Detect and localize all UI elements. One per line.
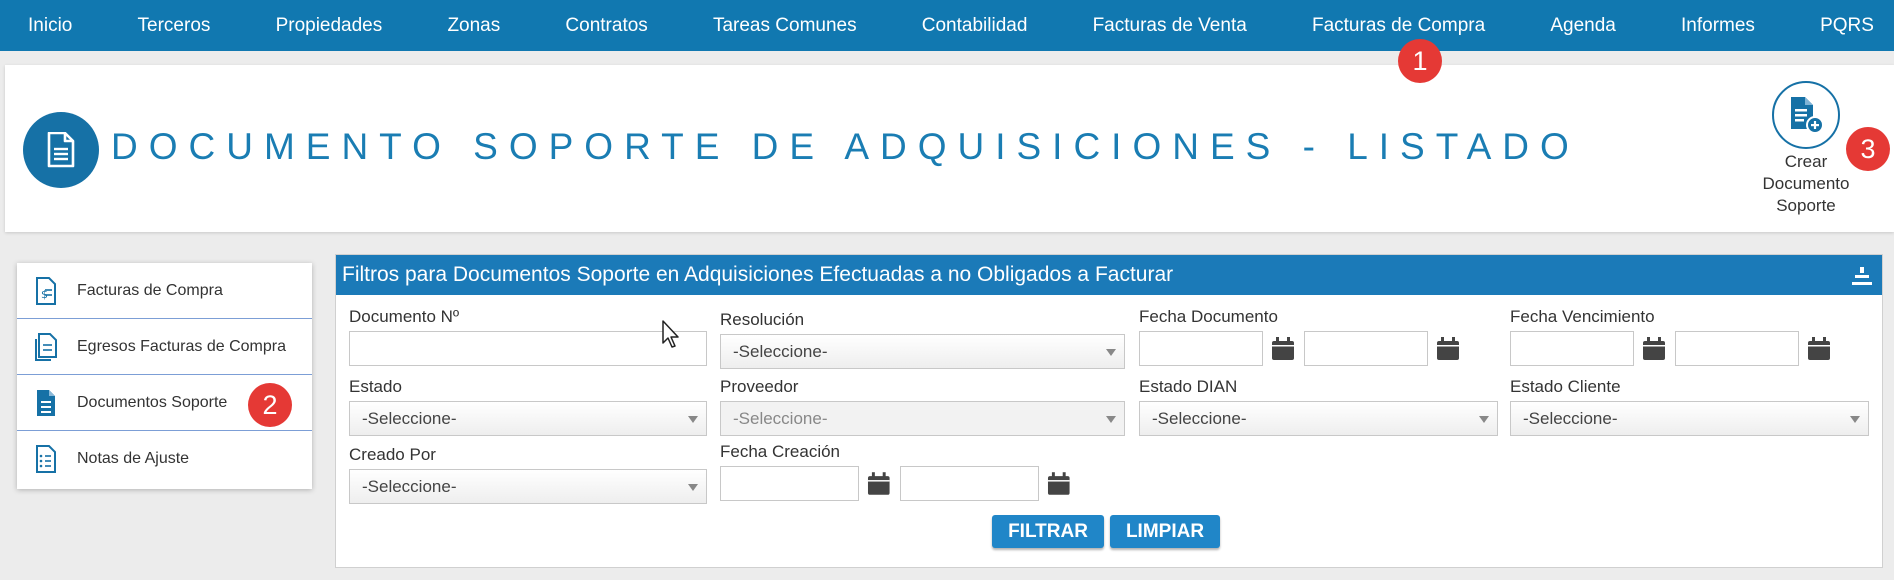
estado-dian-value: -Seleccione- (1152, 409, 1247, 428)
filter-panel: Filtros para Documentos Soporte en Adqui… (335, 254, 1883, 568)
chevron-down-icon (1850, 416, 1860, 423)
resolucion-field: Resolución -Seleccione- (720, 310, 1125, 369)
document-icon (23, 112, 99, 188)
nav-tareas-comunes[interactable]: Tareas Comunes (713, 15, 857, 37)
step-badge-3: 3 (1846, 127, 1890, 171)
invoice-icon: $ (33, 276, 59, 306)
collapse-icon[interactable] (1850, 263, 1874, 287)
create-label-line2: Documento (1762, 174, 1850, 193)
calendar-icon[interactable] (1047, 471, 1071, 496)
documento-label: Documento Nº (349, 307, 460, 326)
document-add-icon (1772, 81, 1840, 149)
calendar-icon[interactable] (1436, 336, 1460, 361)
nav-contabilidad[interactable]: Contabilidad (922, 15, 1028, 37)
estado-dian-label: Estado DIAN (1139, 377, 1238, 396)
fecha-documento-desde-input[interactable] (1139, 331, 1263, 366)
estado-label: Estado (349, 377, 402, 396)
fecha-documento-field: Fecha Documento (1139, 307, 1499, 366)
sidebar-item-egresos[interactable]: Egresos Facturas de Compra (17, 319, 312, 375)
nav-inicio[interactable]: Inicio (28, 15, 72, 37)
estado-select[interactable]: -Seleccione- (349, 401, 707, 436)
fecha-creacion-hasta-input[interactable] (900, 466, 1040, 501)
calendar-icon[interactable] (1271, 336, 1295, 361)
estado-cliente-select[interactable]: -Seleccione- (1510, 401, 1869, 436)
invoice-transfer-icon (33, 332, 59, 362)
estado-field: Estado -Seleccione- (349, 377, 707, 436)
resolucion-label: Resolución (720, 310, 805, 329)
notes-icon (33, 444, 59, 474)
fecha-documento-hasta-input[interactable] (1304, 331, 1428, 366)
filter-panel-header: Filtros para Documentos Soporte en Adqui… (336, 255, 1882, 295)
nav-agenda[interactable]: Agenda (1550, 15, 1616, 37)
estado-dian-select[interactable]: -Seleccione- (1139, 401, 1498, 436)
fecha-documento-label: Fecha Documento (1139, 307, 1278, 326)
documento-input[interactable] (349, 331, 707, 366)
creado-por-value: -Seleccione- (362, 477, 457, 496)
calendar-icon[interactable] (867, 471, 891, 496)
estado-cliente-field: Estado Cliente -Seleccione- (1510, 377, 1869, 436)
nav-contratos[interactable]: Contratos (565, 15, 647, 37)
create-document-button[interactable]: Crear Documento Soporte (1756, 81, 1856, 217)
mouse-cursor-icon (662, 320, 679, 348)
fecha-vencimiento-field: Fecha Vencimiento (1510, 307, 1870, 366)
fecha-vencimiento-desde-input[interactable] (1510, 331, 1634, 366)
chevron-down-icon (1479, 416, 1489, 423)
chevron-down-icon (1106, 416, 1116, 423)
fecha-vencimiento-label: Fecha Vencimiento (1510, 307, 1655, 326)
sidebar-item-label: Egresos Facturas de Compra (77, 337, 286, 355)
calendar-icon[interactable] (1807, 336, 1831, 361)
estado-dian-field: Estado DIAN -Seleccione- (1139, 377, 1498, 436)
chevron-down-icon (688, 484, 698, 491)
sidebar-item-label: Documentos Soporte (77, 393, 228, 411)
fecha-creacion-desde-input[interactable] (720, 466, 860, 501)
sidebar-item-label: Notas de Ajuste (77, 450, 190, 467)
proveedor-value: -Seleccione- (733, 409, 828, 428)
nav-facturas-venta[interactable]: Facturas de Venta (1093, 15, 1247, 37)
fecha-creacion-label: Fecha Creación (720, 442, 841, 461)
filtrar-button[interactable]: FILTRAR (992, 515, 1104, 548)
nav-informes[interactable]: Informes (1681, 15, 1755, 37)
creado-por-field: Creado Por -Seleccione- (349, 445, 707, 504)
step-badge-1: 1 (1398, 39, 1442, 83)
chevron-down-icon (1106, 349, 1116, 356)
estado-value: -Seleccione- (362, 409, 457, 428)
top-navigation: Inicio Terceros Propiedades Zonas Contra… (0, 0, 1894, 51)
page-title: DOCUMENTO SOPORTE DE ADQUISICIONES - LIS… (111, 126, 1580, 167)
calendar-icon[interactable] (1642, 336, 1666, 361)
proveedor-label: Proveedor (720, 377, 799, 396)
filter-panel-title: Filtros para Documentos Soporte en Adqui… (342, 263, 1174, 286)
document-icon (33, 388, 59, 418)
nav-zonas[interactable]: Zonas (447, 15, 500, 37)
sidebar-item-label: Facturas de Compra (77, 281, 223, 299)
nav-propiedades[interactable]: Propiedades (276, 15, 383, 37)
proveedor-select[interactable]: -Seleccione- (720, 401, 1125, 436)
sidebar: $ Facturas de Compra Egresos Facturas de… (17, 263, 312, 489)
creado-por-label: Creado Por (349, 445, 436, 464)
sidebar-item-notas-ajuste[interactable]: Notas de Ajuste (17, 431, 312, 487)
creado-por-select[interactable]: -Seleccione- (349, 469, 707, 504)
nav-pqrs[interactable]: PQRS (1820, 15, 1874, 37)
sidebar-item-facturas-compra[interactable]: $ Facturas de Compra (17, 263, 312, 319)
nav-terceros[interactable]: Terceros (138, 15, 211, 37)
chevron-down-icon (688, 416, 698, 423)
proveedor-field: Proveedor -Seleccione- (720, 377, 1125, 436)
resolucion-value: -Seleccione- (733, 342, 828, 361)
fecha-creacion-field: Fecha Creación (720, 442, 1080, 501)
estado-cliente-value: -Seleccione- (1523, 409, 1618, 428)
step-badge-2: 2 (248, 383, 292, 427)
fecha-vencimiento-hasta-input[interactable] (1675, 331, 1799, 366)
page-header: DOCUMENTO SOPORTE DE ADQUISICIONES - LIS… (5, 65, 1894, 232)
documento-field: Documento Nº (349, 307, 707, 366)
create-label-line1: Crear (1784, 152, 1828, 171)
estado-cliente-label: Estado Cliente (1510, 377, 1621, 396)
nav-facturas-compra[interactable]: Facturas de Compra (1312, 15, 1485, 37)
limpiar-button[interactable]: LIMPIAR (1110, 515, 1220, 548)
create-label-line3: Soporte (1776, 196, 1836, 215)
resolucion-select[interactable]: -Seleccione- (720, 334, 1125, 369)
